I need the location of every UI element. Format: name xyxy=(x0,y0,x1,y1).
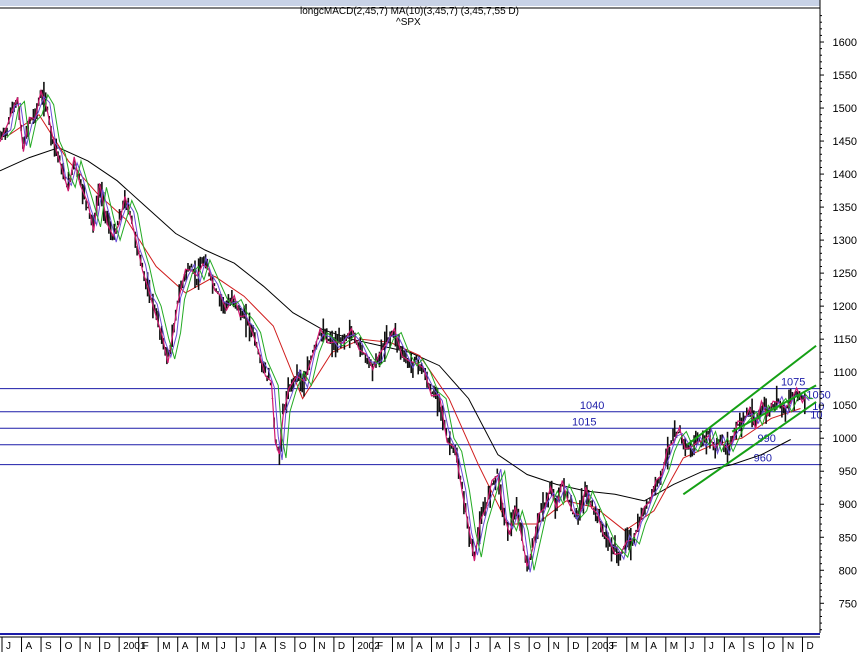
y-tick-label-15: 1500 xyxy=(833,103,857,115)
y-tick-label-12: 1350 xyxy=(833,202,857,214)
y-tick-label-4: 950 xyxy=(839,466,857,478)
x-tick-label-8: M xyxy=(162,641,170,652)
x-tick-label-21: A xyxy=(416,641,423,652)
x-tick-label-12: J xyxy=(240,641,245,652)
y-tick-label-3: 900 xyxy=(839,499,857,511)
x-tick-label-1: A xyxy=(26,641,33,652)
x-tick-label-2: S xyxy=(45,641,52,652)
x-tick-label-29: D xyxy=(572,641,579,652)
x-tick-label-34: M xyxy=(670,641,678,652)
x-tick-label-41: D xyxy=(806,641,813,652)
chart-symbol: ^SPX xyxy=(396,17,421,28)
x-tick-label-4: N xyxy=(84,641,91,652)
x-tick-label-9: A xyxy=(182,641,189,652)
x-tick-label-33: A xyxy=(650,641,657,652)
extra-level-label-0: 1050 xyxy=(806,390,830,402)
y-tick-label-1: 800 xyxy=(839,565,857,577)
x-tick-label-20: M xyxy=(396,641,404,652)
x-tick-label-3: O xyxy=(65,641,73,652)
x-tick-label-36: J xyxy=(709,641,714,652)
x-tick-label-11: J xyxy=(221,641,226,652)
chart-background xyxy=(0,0,862,652)
y-tick-label-5: 1000 xyxy=(833,433,857,445)
x-tick-label-26: S xyxy=(514,641,521,652)
extra-level-label-2: 10 xyxy=(810,409,822,421)
x-tick-label-35: J xyxy=(689,641,694,652)
level-label-2: 1015 xyxy=(572,416,596,428)
y-tick-label-11: 1300 xyxy=(833,235,857,247)
level-label-1: 1040 xyxy=(580,400,604,412)
y-tick-label-13: 1400 xyxy=(833,169,857,181)
x-tick-label-13: A xyxy=(260,641,267,652)
x-tick-label-0: J xyxy=(6,641,11,652)
x-tick-label-38: S xyxy=(748,641,755,652)
x-tick-label-32: M xyxy=(631,641,639,652)
x-tick-label-17: D xyxy=(338,641,345,652)
y-tick-label-16: 1550 xyxy=(833,70,857,82)
x-tick-label-15: O xyxy=(299,641,307,652)
y-tick-label-8: 1150 xyxy=(833,334,857,346)
x-tick-label-39: O xyxy=(767,641,775,652)
y-tick-label-17: 1600 xyxy=(833,37,857,49)
x-tick-label-37: A xyxy=(728,641,735,652)
y-tick-label-0: 750 xyxy=(839,598,857,610)
x-tick-label-40: N xyxy=(787,641,794,652)
chart-canvas: longcMACD(2,45,7) MA(10)(3,45,7) (3,45,7… xyxy=(0,0,862,652)
x-tick-label-27: O xyxy=(533,641,541,652)
y-tick-label-2: 850 xyxy=(839,532,857,544)
x-tick-label-23: J xyxy=(455,641,460,652)
x-tick-label-22: M xyxy=(436,641,444,652)
x-tick-label-28: N xyxy=(553,641,560,652)
y-tick-label-10: 1250 xyxy=(833,268,857,280)
y-tick-label-14: 1450 xyxy=(833,136,857,148)
x-tick-label-10: M xyxy=(201,641,209,652)
y-tick-label-7: 1100 xyxy=(833,367,857,379)
x-tick-label-14: S xyxy=(279,641,286,652)
x-tick-label-24: J xyxy=(475,641,480,652)
chart-header: longcMACD(2,45,7) MA(10)(3,45,7) (3,45,7… xyxy=(300,6,519,17)
y-tick-label-6: 1050 xyxy=(833,400,857,412)
x-tick-label-7: F xyxy=(143,641,149,652)
x-tick-label-31: F xyxy=(611,641,617,652)
level-label-0: 1075 xyxy=(781,377,805,389)
x-tick-label-16: N xyxy=(318,641,325,652)
level-label-3: 990 xyxy=(758,433,776,445)
y-tick-label-9: 1200 xyxy=(833,301,857,313)
x-tick-label-5: D xyxy=(104,641,111,652)
x-tick-label-25: A xyxy=(494,641,501,652)
x-tick-label-19: F xyxy=(377,641,383,652)
